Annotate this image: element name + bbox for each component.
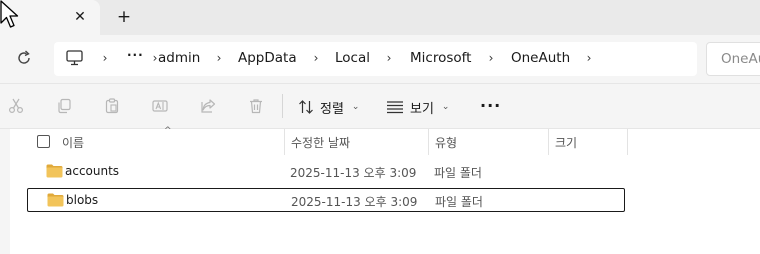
breadcrumb-microsoft[interactable]: Microsoft — [410, 50, 471, 66]
file-name: blobs — [66, 193, 99, 207]
column-divider[interactable] — [428, 129, 429, 155]
folder-icon — [46, 164, 63, 178]
tab-strip: ✕ + — [0, 0, 760, 35]
breadcrumb-overflow[interactable]: ··· — [127, 48, 144, 62]
column-divider[interactable] — [627, 129, 628, 155]
list-item[interactable]: accounts 2025-11-13 오후 3:09 파일 폴더 — [27, 160, 625, 184]
chevron-right-icon[interactable]: › — [311, 50, 321, 66]
new-tab-button[interactable]: + — [116, 8, 132, 26]
chevron-right-icon[interactable]: › — [584, 50, 594, 66]
breadcrumb-local[interactable]: Local — [335, 50, 370, 66]
list-item-selected[interactable]: blobs 2025-11-13 오후 3:09 파일 폴더 — [27, 188, 625, 212]
column-header-name[interactable]: 이름 — [62, 134, 84, 151]
file-type: 파일 폴더 — [435, 195, 483, 209]
column-divider[interactable] — [284, 129, 285, 155]
file-date: 2025-11-13 오후 3:09 — [290, 166, 417, 180]
share-icon[interactable] — [200, 98, 216, 114]
this-pc-icon — [66, 50, 83, 66]
address-bar[interactable]: › ··· › admin › AppData › Local › Micros… — [54, 42, 697, 76]
mouse-cursor-icon — [0, 0, 19, 28]
paste-icon[interactable] — [104, 98, 120, 114]
folder-icon — [47, 193, 64, 207]
file-date: 2025-11-13 오후 3:09 — [291, 195, 418, 209]
sort-icon — [299, 100, 313, 114]
view-icon — [387, 101, 403, 114]
breadcrumb-appdata[interactable]: AppData — [238, 50, 297, 66]
command-bar: 정렬 ⌄ 보기 ⌄ ··· — [0, 83, 760, 129]
delete-icon[interactable] — [248, 98, 264, 114]
sort-button[interactable]: 정렬 ⌄ — [298, 94, 359, 120]
column-header-type[interactable]: 유형 — [435, 134, 457, 151]
file-type: 파일 폴더 — [434, 166, 482, 180]
chevron-right-icon[interactable]: › — [100, 50, 110, 66]
search-input[interactable]: OneAu — [706, 42, 760, 76]
view-button[interactable]: 보기 ⌄ — [386, 94, 449, 120]
column-header-date[interactable]: 수정한 날짜 — [291, 134, 350, 151]
cut-icon[interactable] — [8, 98, 24, 114]
refresh-icon[interactable] — [16, 49, 32, 67]
navigation-pane-edge — [0, 129, 10, 254]
close-tab-icon[interactable]: ✕ — [72, 9, 88, 25]
copy-icon[interactable] — [56, 98, 72, 114]
chevron-right-icon[interactable]: › — [384, 50, 394, 66]
breadcrumb-admin[interactable]: admin — [158, 50, 200, 66]
column-divider[interactable] — [548, 129, 549, 155]
chevron-right-icon[interactable]: › — [214, 50, 224, 66]
view-label: 보기 — [410, 101, 434, 117]
chevron-down-icon: ⌄ — [441, 102, 450, 112]
breadcrumb-oneauth[interactable]: OneAuth — [511, 50, 570, 66]
chevron-down-icon: ⌄ — [351, 102, 360, 112]
rename-icon[interactable] — [152, 98, 168, 114]
search-placeholder: OneAu — [721, 51, 760, 67]
sort-label: 정렬 — [320, 101, 344, 117]
sort-ascending-icon: ^ — [164, 126, 172, 136]
command-separator — [282, 94, 283, 118]
more-options-button[interactable]: ··· — [480, 96, 501, 115]
address-row: › ··· › admin › AppData › Local › Micros… — [0, 35, 760, 83]
column-header-size[interactable]: 크기 — [555, 134, 577, 151]
file-name: accounts — [65, 164, 120, 178]
select-all-checkbox[interactable] — [37, 135, 50, 148]
column-headers: ^ 이름 수정한 날짜 유형 크기 — [10, 126, 760, 155]
chevron-right-icon[interactable]: › — [486, 50, 496, 66]
